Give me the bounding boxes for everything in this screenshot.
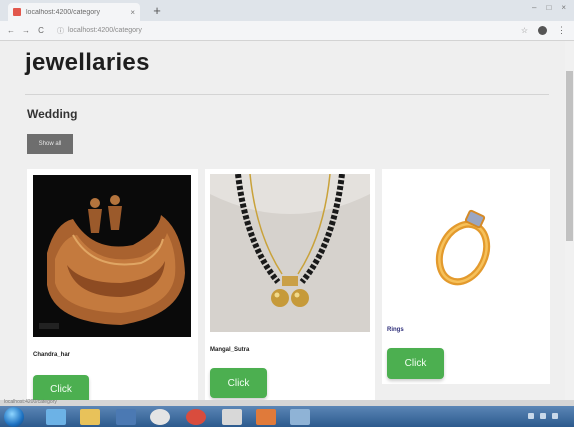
click-button[interactable]: Click: [33, 375, 89, 400]
new-tab-button[interactable]: +: [148, 2, 166, 19]
ie-icon[interactable]: [46, 409, 66, 425]
address-bar-url[interactable]: localhost:4200/category: [68, 27, 142, 34]
product-card: Rings Click: [382, 169, 550, 384]
system-tray: [527, 410, 568, 422]
click-button[interactable]: Click: [387, 348, 444, 379]
window-icon[interactable]: [290, 409, 310, 425]
favicon-icon: [13, 8, 21, 16]
browser-tab-strip: localhost:4200/category × + – □ ×: [0, 0, 574, 21]
close-tab-icon[interactable]: ×: [130, 8, 135, 17]
browser-tab[interactable]: localhost:4200/category ×: [8, 3, 140, 21]
scrollbar-thumb[interactable]: [566, 71, 573, 241]
bookmark-star-icon[interactable]: ☆: [521, 26, 528, 35]
section-title: Wedding: [27, 107, 78, 121]
toolbar-actions: ☆ ⋮: [521, 25, 566, 36]
product-name: Mangal_Sutra: [210, 347, 250, 353]
maximize-button[interactable]: □: [546, 3, 551, 12]
browser-toolbar: ← → C ⓘ localhost:4200/category ☆ ⋮: [0, 21, 574, 41]
info-icon[interactable]: ⓘ: [57, 26, 64, 36]
product-name: Chandra_har: [33, 352, 71, 358]
start-button[interactable]: [4, 407, 24, 427]
profile-icon[interactable]: [538, 26, 547, 35]
mangalsutra-image: [210, 174, 370, 332]
page-content: jewellaries Wedding Show all Chandra_har…: [0, 41, 574, 400]
ring-image: [387, 173, 545, 318]
flag-icon[interactable]: [551, 413, 558, 419]
necklace-image: [33, 175, 191, 337]
ring-image-drawing: [387, 173, 545, 318]
mangalsutra-image-drawing: [210, 174, 370, 332]
folder-icon[interactable]: [80, 409, 100, 425]
show-all-button[interactable]: Show all: [27, 134, 73, 154]
chrome-icon[interactable]: [150, 409, 170, 425]
media-icon[interactable]: [116, 409, 136, 425]
clock[interactable]: [564, 410, 568, 422]
taskbar: [0, 406, 574, 427]
tab-title: localhost:4200/category: [26, 8, 100, 16]
page-title: jewellaries: [25, 49, 150, 76]
product-name: Rings: [387, 327, 404, 333]
page-scrollbar[interactable]: [565, 41, 574, 400]
app-icon[interactable]: [186, 409, 206, 425]
screen: localhost:4200/category × + – □ × ← → C …: [0, 0, 574, 427]
necklace-image-drawing: [33, 175, 191, 337]
y-app-icon[interactable]: [222, 409, 242, 425]
window-controls: – □ ×: [532, 3, 566, 12]
status-text: localhost:4200/category: [4, 399, 57, 405]
back-icon[interactable]: ←: [7, 26, 15, 35]
volume-icon[interactable]: [539, 413, 546, 419]
divider: [25, 94, 549, 95]
file-app-icon[interactable]: [256, 409, 276, 425]
click-button[interactable]: Click: [210, 368, 267, 398]
minimize-button[interactable]: –: [532, 3, 536, 12]
forward-icon[interactable]: →: [22, 26, 30, 35]
close-window-button[interactable]: ×: [561, 3, 566, 12]
reload-icon[interactable]: C: [37, 26, 45, 35]
product-card: Chandra_har Click: [27, 169, 198, 400]
network-icon[interactable]: [527, 413, 534, 419]
browser-menu-icon[interactable]: ⋮: [557, 25, 566, 36]
product-card: Mangal_Sutra Click: [205, 169, 375, 400]
address-bar[interactable]: ⓘ localhost:4200/category: [54, 24, 521, 37]
